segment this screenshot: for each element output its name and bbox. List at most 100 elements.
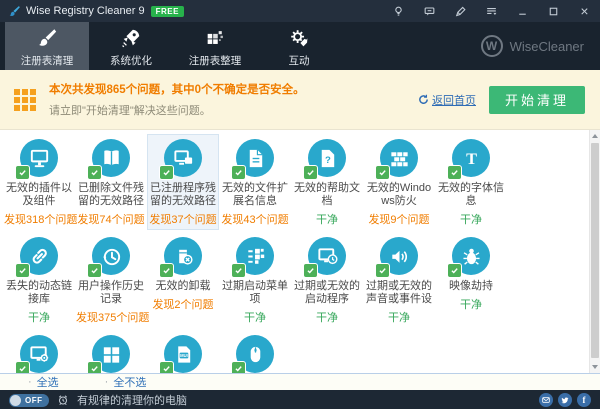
item-label: 无效的卸载 — [148, 280, 218, 293]
gear-wrench-icon — [288, 27, 310, 49]
twitter-icon[interactable] — [558, 393, 572, 407]
checkbox-checked-icon[interactable] — [231, 165, 246, 180]
checkbox-checked-icon[interactable] — [87, 263, 102, 278]
schedule-toggle[interactable]: OFF — [9, 394, 49, 407]
svg-text:T: T — [466, 148, 477, 167]
scan-item[interactable]: Windows服务 发现3个问题 — [75, 330, 147, 373]
item-label: 无效的帮助文档 — [292, 182, 362, 208]
scan-item[interactable]: 已删除文件残留的无效路径 发现74个问题 — [75, 134, 147, 230]
start-cleaning-button[interactable]: 开始清理 — [489, 86, 585, 114]
scan-item[interactable]: 无效的应用程序设置 发现2个问题 — [3, 330, 75, 373]
minimize-icon[interactable] — [507, 0, 538, 22]
checkbox-checked-icon[interactable] — [231, 263, 246, 278]
wise-registry-cleaner-window: Wise Registry Cleaner 9 FREE — [0, 0, 600, 409]
free-badge: FREE — [151, 6, 184, 17]
scroll-up-arrow-icon[interactable] — [592, 134, 598, 138]
checkbox-checked-icon[interactable] — [159, 165, 174, 180]
scan-item[interactable]: MUI MUI缓存 发现2个问题 — [147, 330, 219, 373]
scan-item[interactable]: 过期或无效的启动程序 干净 — [291, 232, 363, 328]
svg-text:?: ? — [325, 154, 331, 165]
item-status: 发现37个问题 — [148, 211, 218, 227]
tab-label: 注册表清理 — [21, 53, 74, 68]
scan-item[interactable]: 无效的插件以及组件 发现318个问题 — [3, 134, 75, 230]
item-label: 无效的Windows防火 — [364, 182, 434, 208]
tab-label: 注册表整理 — [189, 53, 242, 68]
tab-label: 系统优化 — [110, 53, 152, 68]
checkbox-checked-icon[interactable] — [375, 263, 390, 278]
checkbox-checked-icon[interactable] — [231, 361, 246, 373]
bulb-icon[interactable] — [383, 0, 414, 22]
rocket-icon — [120, 27, 142, 49]
checkbox-checked-icon[interactable] — [15, 361, 30, 373]
scan-item[interactable]: 无效的卸载 发现2个问题 — [147, 232, 219, 328]
item-status: 发现318个问题 — [4, 211, 74, 227]
brand-text: WiseCleaner — [510, 39, 584, 54]
scroll-down-arrow-icon[interactable] — [592, 365, 598, 369]
pen-feedback-icon[interactable] — [445, 0, 476, 22]
checkbox-checked-icon[interactable] — [303, 165, 318, 180]
tab-interact[interactable]: 互动 — [257, 22, 341, 70]
defrag-icon — [204, 27, 226, 49]
checkbox-checked-icon[interactable] — [159, 263, 174, 278]
checkbox-checked-icon[interactable] — [447, 165, 462, 180]
window-title: Wise Registry Cleaner 9 — [26, 0, 145, 22]
item-status: 干净 — [4, 309, 74, 325]
issues-hint-text: 请立即"开始清理"解决这些问题。 — [49, 102, 305, 118]
checkbox-checked-icon[interactable] — [303, 263, 318, 278]
item-status: 干净 — [364, 309, 434, 325]
scan-item[interactable]: T 无效的字体信息 干净 — [435, 134, 507, 230]
select-none-link[interactable]: · 全不选 — [105, 374, 147, 390]
scan-item[interactable]: 过期或无效的声音或事件设 干净 — [363, 232, 435, 328]
scan-results-area: 无效的插件以及组件 发现318个问题 已删除文件残留的无效路径 发现74个问题 … — [0, 130, 600, 373]
message-icon[interactable] — [414, 0, 445, 22]
close-icon[interactable]: × — [569, 0, 600, 22]
select-all-link[interactable]: · 全选 — [28, 374, 59, 390]
menu-list-icon[interactable] — [476, 0, 507, 22]
orange-grid-icon — [14, 89, 36, 111]
tab-registry-cleaner[interactable]: 注册表清理 — [5, 22, 89, 70]
vertical-scrollbar[interactable] — [589, 130, 600, 373]
item-label: 过期或无效的声音或事件设 — [364, 280, 434, 306]
item-status: 干净 — [436, 296, 506, 312]
item-label: 映像劫持 — [436, 280, 506, 293]
scan-item[interactable]: 无效的右键菜单项 — [219, 330, 291, 373]
checkbox-checked-icon[interactable] — [159, 361, 174, 373]
item-label: 已删除文件残留的无效路径 — [76, 182, 146, 208]
maximize-icon[interactable] — [538, 0, 569, 22]
checkbox-checked-icon[interactable] — [87, 165, 102, 180]
issues-found-text: 本次共发现865个问题，其中0个不确定是否安全。 — [49, 81, 305, 97]
scan-item[interactable]: 丢失的动态链接库 干净 — [3, 232, 75, 328]
checkbox-checked-icon[interactable] — [447, 263, 462, 278]
checkbox-checked-icon[interactable] — [15, 165, 30, 180]
scan-item[interactable]: 无效的文件扩展名信息 发现43个问题 — [219, 134, 291, 230]
email-icon[interactable] — [539, 393, 553, 407]
scan-item[interactable]: ? 无效的帮助文档 干净 — [291, 134, 363, 230]
scrollbar-thumb[interactable] — [591, 143, 599, 358]
checkbox-checked-icon[interactable] — [87, 361, 102, 373]
scan-item[interactable]: 映像劫持 干净 — [435, 232, 507, 328]
tab-registry-defrag[interactable]: 注册表整理 — [173, 22, 257, 70]
wisecleaner-brand: W WiseCleaner — [481, 22, 600, 70]
item-status: 发现375个问题 — [76, 309, 146, 325]
item-label: 过期启动菜单项 — [220, 280, 290, 306]
checkbox-checked-icon[interactable] — [375, 165, 390, 180]
status-bar: OFF 有规律的清理你的电脑 f — [0, 390, 600, 409]
item-status: 发现74个问题 — [76, 211, 146, 227]
checkbox-checked-icon[interactable] — [15, 263, 30, 278]
alarm-clock-icon — [57, 394, 69, 406]
back-home-link[interactable]: 返回首页 — [418, 92, 476, 108]
scan-item[interactable]: 已注册程序残留的无效路径 发现37个问题 — [147, 134, 219, 230]
item-label: 已注册程序残留的无效路径 — [148, 182, 218, 208]
tab-system-tuneup[interactable]: 系统优化 — [89, 22, 173, 70]
facebook-icon[interactable]: f — [577, 393, 591, 407]
titlebar[interactable]: Wise Registry Cleaner 9 FREE — [0, 0, 600, 22]
scan-item[interactable]: 用户操作历史记录 发现375个问题 — [75, 232, 147, 328]
scan-item[interactable]: 过期启动菜单项 干净 — [219, 232, 291, 328]
item-label: 丢失的动态链接库 — [4, 280, 74, 306]
scan-item[interactable]: 无效的Windows防火 发现9个问题 — [363, 134, 435, 230]
item-label: 过期或无效的启动程序 — [292, 280, 362, 306]
scan-summary-bar: 本次共发现865个问题，其中0个不确定是否安全。 请立即"开始清理"解决这些问题… — [0, 70, 600, 130]
refresh-icon — [418, 94, 429, 105]
svg-text:MUI: MUI — [180, 352, 188, 357]
item-label: 用户操作历史记录 — [76, 280, 146, 306]
